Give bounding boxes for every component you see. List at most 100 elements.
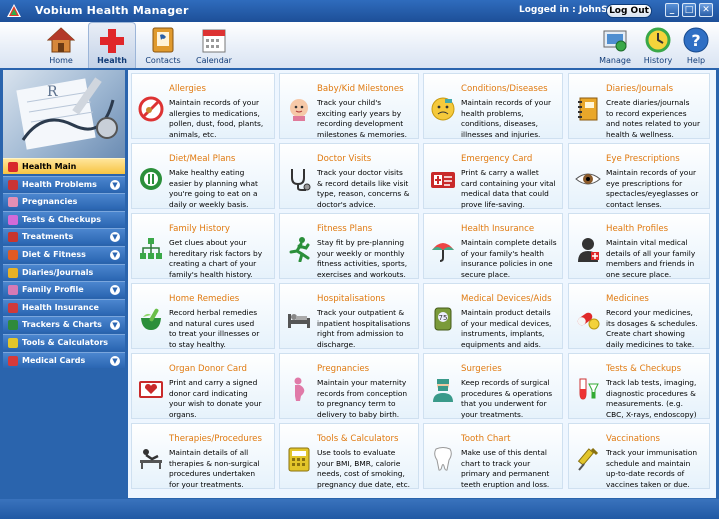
tile-title[interactable]: Hospitalisations [317, 294, 385, 304]
chevron-down-icon[interactable]: ▼ [110, 179, 120, 190]
tile-organ-donor-card[interactable]: Organ Donor Card Print and carry a signed… [131, 353, 275, 419]
tile-title[interactable]: Therapies/Procedures [169, 434, 262, 444]
sidebar-item-label: Diaries/Journals [22, 267, 94, 277]
chevron-down-icon[interactable]: ▼ [110, 250, 120, 260]
app-window: Vobium Health Manager Logged in : JohnS … [0, 0, 719, 519]
sidebar-item-icon [8, 267, 18, 278]
chevron-down-icon[interactable]: ▼ [110, 320, 120, 331]
tile-baby-kid-milestones[interactable]: Baby/Kid Milestones Track your child's ex… [279, 73, 419, 139]
tile-title[interactable]: Medical Devices/Aids [461, 294, 552, 304]
sidebar-item-health-main[interactable]: Health Main [3, 158, 125, 174]
toolbar-health-button[interactable]: Health [88, 22, 136, 68]
tile-pregnancies[interactable]: Pregnancies Maintain your maternity recor… [279, 353, 419, 419]
tile-title[interactable]: Home Remedies [169, 294, 239, 304]
main-toolbar: Home Health Contacts Calendar Manage His… [0, 22, 719, 68]
tile-description: Maintain details of all therapies & non-… [169, 448, 260, 489]
maximize-button[interactable]: □ [682, 3, 696, 17]
tile-title[interactable]: Pregnancies [317, 364, 369, 374]
tile-description: Maintain vital medical details of all yo… [606, 238, 696, 279]
tile-allergies[interactable]: Allergies Maintain records of your allerg… [131, 73, 275, 139]
no-allergy-icon [138, 96, 164, 122]
tile-therapies-procedures[interactable]: Therapies/Procedures Maintain details of … [131, 423, 275, 489]
sidebar-item-icon [8, 232, 18, 243]
mortar-pestle-icon [141, 308, 161, 330]
syringe-icon [577, 447, 599, 471]
tile-description: Stay fit by pre-planning your weekly or … [317, 238, 408, 279]
close-button[interactable]: ✕ [699, 3, 713, 17]
sidebar-item-health-problems[interactable]: Health Problems ▼ [3, 175, 125, 192]
tile-title[interactable]: Doctor Visits [317, 154, 371, 164]
tile-title[interactable]: Medicines [606, 294, 649, 304]
tile-title[interactable]: Tooth Chart [461, 434, 510, 444]
calendar-icon [202, 29, 226, 53]
tile-vaccinations[interactable]: Vaccinations Track your immunisation sche… [568, 423, 710, 489]
tile-fitness-plans[interactable]: Fitness Plans Stay fit by pre-planning yo… [279, 213, 419, 279]
tile-emergency-card[interactable]: Emergency Card Print & carry a wallet car… [423, 143, 563, 209]
tile-title[interactable]: Organ Donor Card [169, 364, 247, 374]
toolbar-contacts-button[interactable]: Contacts [142, 22, 184, 68]
tile-family-history[interactable]: Family History Get clues about your hered… [131, 213, 275, 279]
tile-description: Create diaries/journals to record experi… [606, 98, 700, 139]
stethoscope-banner-icon: R [16, 77, 118, 150]
sidebar-item-pregnancies[interactable]: Pregnancies [3, 193, 125, 210]
tile-health-profiles[interactable]: Health Profiles Maintain vital medical de… [568, 213, 710, 279]
tile-medicines[interactable]: Medicines Record your medicines, its dosa… [568, 283, 710, 349]
tile-tooth-chart[interactable]: Tooth Chart Make use of this dental chart… [423, 423, 563, 489]
help-icon: ? [683, 27, 709, 53]
toolbar-manage-label: Manage [599, 56, 631, 65]
tile-medical-devices-aids[interactable]: 75 Medical Devices/Aids Maintain product d… [423, 283, 563, 349]
tile-title[interactable]: Tools & Calculators [317, 434, 398, 444]
sidebar: R Health Main Health Problems ▼ Pregnancies… [3, 70, 125, 499]
tile-title[interactable]: Health Profiles [606, 224, 668, 234]
sidebar-item-tests-checkups[interactable]: Tests & Checkups [3, 210, 125, 227]
tile-title[interactable]: Diaries/Journals [606, 84, 673, 94]
tile-description: Make healthy eating easier by planning w… [169, 168, 258, 209]
tile-hospitalisations[interactable]: Hospitalisations Track your outpatient & … [279, 283, 419, 349]
sidebar-item-trackers-charts[interactable]: Trackers & Charts ▼ [3, 316, 125, 333]
tile-description: Use tools to evaluate your BMI, BMR, cal… [317, 448, 410, 489]
tile-title[interactable]: Surgeries [461, 364, 502, 374]
sidebar-item-medical-cards[interactable]: Medical Cards ▼ [3, 351, 125, 368]
sick-face-icon [431, 97, 455, 121]
tile-tests-checkups[interactable]: Tests & Checkups Track lab tests, imaging… [568, 353, 710, 419]
tile-health-insurance[interactable]: Health Insurance Maintain complete detail… [423, 213, 563, 279]
toolbar-calendar-label: Calendar [196, 56, 232, 65]
chevron-down-icon[interactable]: ▼ [110, 355, 120, 366]
toolbar-calendar-button[interactable]: Calendar [192, 22, 236, 68]
sidebar-item-tools-calculators[interactable]: Tools & Calculators [3, 334, 125, 350]
toolbar-history-button[interactable]: History [640, 22, 676, 68]
tile-title[interactable]: Tests & Checkups [606, 364, 681, 374]
tile-surgeries[interactable]: Surgeries Keep records of surgical proced… [423, 353, 563, 419]
tile-diaries-journals[interactable]: Diaries/Journals Create diaries/journals … [568, 73, 710, 139]
toolbar-manage-button[interactable]: Manage [595, 22, 635, 68]
tile-title[interactable]: Fitness Plans [317, 224, 372, 234]
sidebar-item-diaries-journals[interactable]: Diaries/Journals [3, 263, 125, 280]
tile-conditions-diseases[interactable]: Conditions/Diseases Maintain records of y… [423, 73, 563, 139]
tile-title[interactable]: Diet/Meal Plans [169, 154, 235, 164]
sidebar-item-health-insurance[interactable]: Health Insurance [3, 298, 125, 315]
tile-home-remedies[interactable]: Home Remedies Record herbal remedies and … [131, 283, 275, 349]
tile-title[interactable]: Eye Prescriptions [606, 154, 680, 164]
toolbar-help-button[interactable]: ? Help [680, 22, 712, 68]
sidebar-item-treatments[interactable]: Treatments ▼ [3, 228, 125, 245]
tile-eye-prescriptions[interactable]: Eye Prescriptions Maintain records of you… [568, 143, 710, 209]
sidebar-item-family-profile[interactable]: Family Profile ▼ [3, 281, 125, 298]
tile-description: Maintain your maternity records from con… [317, 378, 408, 419]
tile-title[interactable]: Health Insurance [461, 224, 534, 234]
minimize-button[interactable]: _ [665, 3, 679, 17]
tile-title[interactable]: Baby/Kid Milestones [317, 84, 404, 94]
tile-title[interactable]: Family History [169, 224, 230, 234]
tile-title[interactable]: Allergies [169, 84, 206, 94]
sidebar-item-diet-fitness[interactable]: Diet & Fitness ▼ [3, 246, 125, 262]
toolbar-home-button[interactable]: Home [40, 22, 82, 68]
tile-tools-calculators[interactable]: Tools & Calculators Use tools to evaluate… [279, 423, 419, 489]
tile-title[interactable]: Vaccinations [606, 434, 660, 444]
tile-title[interactable]: Emergency Card [461, 154, 532, 164]
tile-title[interactable]: Conditions/Diseases [461, 84, 548, 94]
toolbar-home-label: Home [49, 56, 73, 65]
chevron-down-icon[interactable]: ▼ [110, 232, 120, 243]
chevron-down-icon[interactable]: ▼ [110, 285, 120, 296]
logout-button[interactable]: Log Out [606, 4, 652, 18]
tile-diet-meal-plans[interactable]: Diet/Meal Plans Make healthy eating easie… [131, 143, 275, 209]
tile-doctor-visits[interactable]: Doctor Visits Track your doctor visits & … [279, 143, 419, 209]
